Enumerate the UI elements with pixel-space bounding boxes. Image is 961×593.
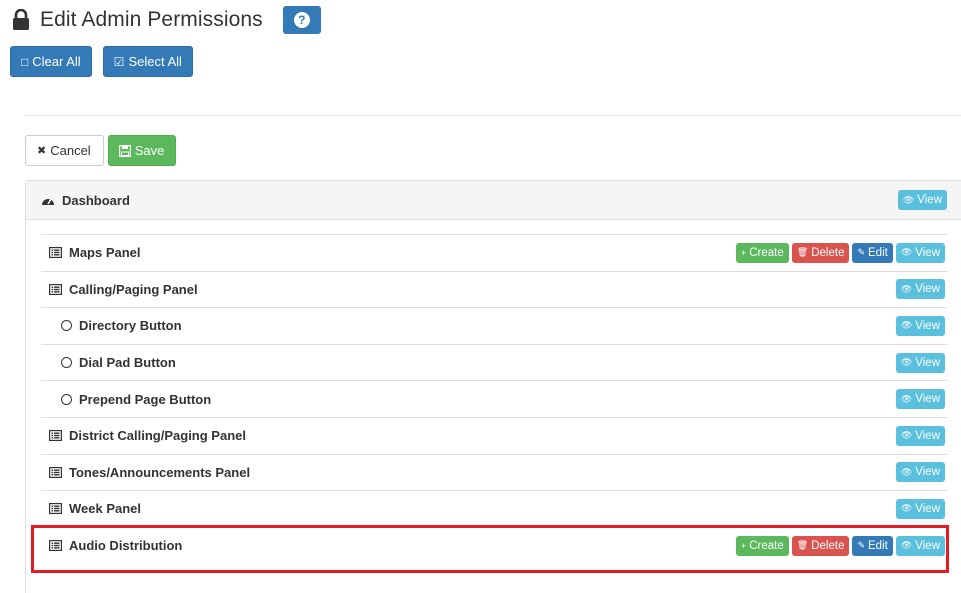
clear-all-button[interactable]: □ Clear All — [10, 46, 92, 77]
eye-icon: 👁 — [902, 194, 915, 205]
permission-row-dial-pad-button: Dial Pad Button 👁 View — [41, 343, 947, 381]
check-square-icon: ☑ — [113, 54, 125, 69]
clear-all-label: Clear All — [32, 54, 81, 69]
cancel-label: Cancel — [50, 143, 91, 158]
view-button[interactable]: 👁 View — [895, 462, 945, 483]
permission-label: Dial Pad Button — [79, 355, 176, 371]
select-all-label: Select All — [128, 54, 182, 69]
form-actions: ✖ Cancel Save — [25, 135, 177, 166]
square-icon: □ — [21, 54, 29, 69]
eye-icon: 👁 — [900, 503, 913, 514]
lock-icon — [13, 9, 29, 30]
panel-title: Dashboard — [62, 192, 130, 208]
help-button[interactable]: ? — [282, 6, 321, 34]
eye-icon: 👁 — [900, 357, 913, 368]
plus-icon: + — [740, 247, 747, 258]
list-alt-icon — [49, 247, 62, 259]
select-all-button[interactable]: ☑ Select All — [102, 46, 193, 77]
circle-icon — [61, 393, 72, 405]
view-button[interactable]: 👁 View — [895, 315, 945, 336]
view-button[interactable]: 👁 View — [895, 498, 945, 519]
eye-icon: 👁 — [900, 430, 913, 441]
save-button[interactable]: Save — [107, 135, 177, 166]
permission-label: Maps Panel — [69, 245, 141, 261]
page-header: Edit Admin Permissions ? — [12, 4, 321, 36]
divider — [24, 115, 961, 116]
edit-button[interactable]: ✎ Edit — [852, 242, 893, 263]
eye-icon: 👁 — [900, 466, 913, 477]
permission-label: Directory Button — [79, 318, 182, 334]
permission-row-week-panel: Week Panel 👁 View — [41, 490, 947, 527]
permission-label: Prepend Page Button — [79, 391, 212, 407]
question-icon: ? — [293, 12, 310, 28]
list-alt-icon — [49, 503, 62, 515]
permissions-list: Maps Panel + Create 🗑 Delete ✎ Edit 👁 View Callin… — [41, 234, 947, 563]
permission-row-calling-paging-panel: Calling/Paging Panel 👁 View — [41, 270, 947, 308]
view-button[interactable]: 👁 View — [895, 389, 945, 410]
eye-icon: 👁 — [900, 283, 913, 294]
permission-row-maps-panel: Maps Panel + Create 🗑 Delete ✎ Edit 👁 View — [41, 234, 947, 271]
view-button[interactable]: 👁 View — [895, 279, 945, 300]
save-label: Save — [134, 143, 165, 158]
highlight-box — [31, 525, 949, 573]
panel-heading: Dashboard 👁 View — [26, 181, 961, 220]
pencil-icon: ✎ — [857, 247, 866, 258]
eye-icon: 👁 — [900, 393, 913, 404]
list-alt-icon — [49, 283, 62, 295]
dashboard-view-button[interactable]: 👁 View — [897, 190, 947, 210]
permission-label: Tones/Announcements Panel — [69, 464, 251, 480]
permission-row-tones-announcements-panel: Tones/Announcements Panel 👁 View — [41, 453, 947, 491]
permission-label: District Calling/Paging Panel — [69, 428, 246, 444]
view-button[interactable]: 👁 View — [895, 425, 945, 446]
permission-row-prepend-page-button: Prepend Page Button 👁 View — [41, 380, 947, 417]
list-alt-icon — [49, 430, 62, 442]
list-alt-icon — [49, 466, 62, 478]
permission-row-directory-button: Directory Button 👁 View — [41, 307, 947, 344]
dashboard-icon — [42, 198, 54, 205]
close-icon: ✖ — [37, 145, 47, 157]
permission-label: Week Panel — [69, 501, 142, 517]
trash-icon: 🗑 — [796, 247, 809, 258]
delete-button[interactable]: 🗑 Delete — [791, 242, 850, 263]
view-button[interactable]: 👁 View — [895, 352, 945, 373]
circle-icon — [61, 357, 72, 369]
cancel-button[interactable]: ✖ Cancel — [25, 135, 104, 166]
permission-row-district-calling-paging-panel: District Calling/Paging Panel 👁 View — [41, 416, 947, 454]
create-button[interactable]: + Create — [735, 242, 789, 263]
floppy-icon — [118, 144, 131, 157]
eye-icon: 👁 — [900, 320, 913, 331]
permission-label: Calling/Paging Panel — [69, 281, 198, 297]
page-title: Edit Admin Permissions — [40, 8, 263, 31]
bulk-actions: □ Clear All ☑ Select All — [10, 46, 193, 77]
eye-icon: 👁 — [900, 247, 913, 258]
circle-icon — [61, 320, 72, 332]
view-button[interactable]: 👁 View — [895, 242, 945, 263]
